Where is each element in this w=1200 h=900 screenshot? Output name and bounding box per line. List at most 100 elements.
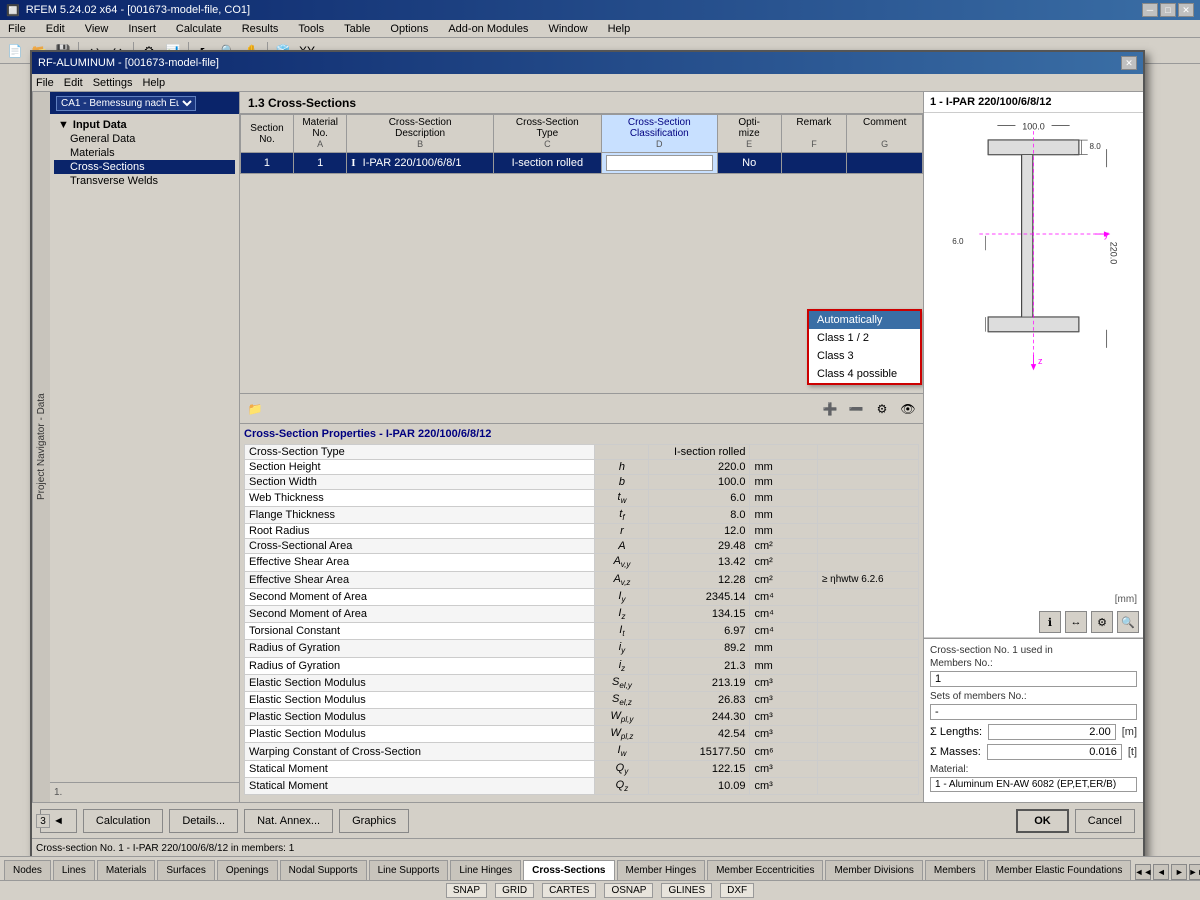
snap-glines[interactable]: GLINES xyxy=(661,883,712,898)
cs-class-dropdown[interactable]: Automatically ▼ xyxy=(606,155,713,171)
rfem-menu-insert[interactable]: Insert xyxy=(124,22,160,36)
tab-surfaces[interactable]: Surfaces xyxy=(157,860,214,880)
rf-menu-file[interactable]: File xyxy=(36,77,54,89)
tb-table-delete[interactable]: ➖ xyxy=(845,398,867,420)
tab-line-supports[interactable]: Line Supports xyxy=(369,860,449,880)
rfem-maximize-btn[interactable]: □ xyxy=(1160,3,1176,17)
nav-item-transverse-welds[interactable]: Transverse Welds xyxy=(54,174,235,188)
col-header-material-no: MaterialNo.A xyxy=(293,115,346,153)
tab-forward-btn[interactable]: ► xyxy=(1171,864,1187,880)
rfem-menu-help[interactable]: Help xyxy=(604,22,635,36)
tb-new[interactable]: 📄 xyxy=(4,40,26,62)
nav-item-materials[interactable]: Materials xyxy=(54,146,235,160)
prop-unit-cell: mm xyxy=(750,507,817,524)
tb-table-add[interactable]: ➕ xyxy=(819,398,841,420)
tb-table-view[interactable]: 👁 xyxy=(897,398,919,420)
cancel-button[interactable]: Cancel xyxy=(1075,809,1135,833)
tb-table-import[interactable]: 📁 xyxy=(244,398,266,420)
tab-member-eccentricities[interactable]: Member Eccentricities xyxy=(707,860,823,880)
rfem-menu-edit[interactable]: Edit xyxy=(42,22,69,36)
properties-title-text: Cross-Section Properties - I-PAR 220/100… xyxy=(244,428,491,440)
rp-info-btn[interactable]: ℹ xyxy=(1039,611,1061,633)
tab-member-divisions[interactable]: Member Divisions xyxy=(825,860,922,880)
tab-openings[interactable]: Openings xyxy=(217,860,278,880)
rf-close-btn[interactable]: ✕ xyxy=(1121,56,1137,70)
dropdown-option-auto[interactable]: Automatically xyxy=(809,311,920,329)
rfem-menu-results[interactable]: Results xyxy=(238,22,283,36)
tab-member-elastic-foundations[interactable]: Member Elastic Foundations xyxy=(987,860,1132,880)
snap-cartes[interactable]: CARTES xyxy=(542,883,596,898)
tab-materials[interactable]: Materials xyxy=(97,860,156,880)
rf-menu-edit[interactable]: Edit xyxy=(64,77,83,89)
tab-prev-btn[interactable]: ◄◄ xyxy=(1135,864,1151,880)
rp-zoom-btn[interactable]: ↔ xyxy=(1065,611,1087,633)
rf-menu-help[interactable]: Help xyxy=(142,77,165,89)
prop-name-cell: Second Moment of Area xyxy=(245,588,595,605)
graphics-button[interactable]: Graphics xyxy=(339,809,409,833)
members-input[interactable] xyxy=(930,671,1137,687)
prop-note-cell xyxy=(817,554,918,571)
snap-dxf[interactable]: DXF xyxy=(720,883,754,898)
prop-name-cell: Statical Moment xyxy=(245,760,595,777)
rf-menu-settings[interactable]: Settings xyxy=(93,77,133,89)
calculation-button[interactable]: Calculation xyxy=(83,809,163,833)
side-label-navigator: Project Navigator - Data xyxy=(36,394,47,501)
tb-table-settings[interactable]: ⚙ xyxy=(871,398,893,420)
tab-member-hinges[interactable]: Member Hinges xyxy=(617,860,706,880)
material-input[interactable] xyxy=(930,777,1137,792)
dropdown-option-class12[interactable]: Class 1 / 2 xyxy=(809,329,920,347)
nav-bottom-number: 1. xyxy=(50,782,239,802)
rp-search-btn[interactable]: 🔍 xyxy=(1117,611,1139,633)
prop-sym-cell xyxy=(595,445,649,460)
cs-class-dropdown-menu[interactable]: Automatically Class 1 / 2 Class 3 Class … xyxy=(807,309,922,385)
nav-header: CA1 - Bemessung nach Euroc... xyxy=(50,92,239,114)
masses-label: Σ Masses: xyxy=(930,746,981,758)
tab-members[interactable]: Members xyxy=(925,860,985,880)
nav-item-general-data[interactable]: General Data xyxy=(54,132,235,146)
tab-cross-sections[interactable]: Cross-Sections xyxy=(523,860,614,880)
dropdown-option-class3[interactable]: Class 3 xyxy=(809,347,920,365)
snap-snap[interactable]: SNAP xyxy=(446,883,487,898)
rfem-window-controls[interactable]: ─ □ ✕ xyxy=(1142,3,1194,17)
table-row[interactable]: 1 1 I I-PAR 220/100/6/8/1 I-section roll… xyxy=(241,153,923,174)
props-row: Second Moment of Area Iy 2345.14 cm⁴ xyxy=(245,588,919,605)
rfem-menu-tools[interactable]: Tools xyxy=(294,22,328,36)
rfem-menu-view[interactable]: View xyxy=(81,22,113,36)
rfem-menu-file[interactable]: File xyxy=(4,22,30,36)
prop-val-cell: 12.0 xyxy=(649,524,750,539)
nav-item-input-data[interactable]: ▼ Input Data xyxy=(54,118,235,132)
tab-next-btn[interactable]: ►► xyxy=(1189,864,1200,880)
rp-settings-btn[interactable]: ⚙ xyxy=(1091,611,1113,633)
prop-unit-cell: cm³ xyxy=(750,726,817,743)
prop-val-cell: 220.0 xyxy=(649,460,750,475)
rfem-minimize-btn[interactable]: ─ xyxy=(1142,3,1158,17)
cell-cs-class[interactable]: Automatically ▼ xyxy=(601,153,717,174)
case-selector[interactable]: CA1 - Bemessung nach Euroc... xyxy=(56,96,196,111)
dropdown-option-class4[interactable]: Class 4 possible xyxy=(809,365,920,383)
sets-input[interactable] xyxy=(930,704,1137,720)
tab-line-hinges[interactable]: Line Hinges xyxy=(450,860,521,880)
props-row: Statical Moment Qz 10.09 cm³ xyxy=(245,777,919,794)
nat-annex-button[interactable]: Nat. Annex... xyxy=(244,809,333,833)
prop-name-cell: Effective Shear Area xyxy=(245,554,595,571)
details-button[interactable]: Details... xyxy=(169,809,238,833)
rfem-menu-options[interactable]: Options xyxy=(386,22,432,36)
rfem-menu-table[interactable]: Table xyxy=(340,22,374,36)
rfem-close-btn[interactable]: ✕ xyxy=(1178,3,1194,17)
rfem-menu-calculate[interactable]: Calculate xyxy=(172,22,226,36)
snap-osnap[interactable]: OSNAP xyxy=(604,883,653,898)
nav-item-cross-sections[interactable]: Cross-Sections xyxy=(54,160,235,174)
tab-lines[interactable]: Lines xyxy=(53,860,95,880)
rfem-menu-addon[interactable]: Add-on Modules xyxy=(444,22,532,36)
tab-back-btn[interactable]: ◄ xyxy=(1153,864,1169,880)
svg-text:z: z xyxy=(1038,356,1043,366)
details-label: Details... xyxy=(182,815,225,827)
rfem-menu-window[interactable]: Window xyxy=(544,22,591,36)
prop-unit-cell: cm⁴ xyxy=(750,623,817,640)
rf-window-controls[interactable]: ✕ xyxy=(1121,56,1137,70)
snap-grid[interactable]: GRID xyxy=(495,883,534,898)
tab-nodes[interactable]: Nodes xyxy=(4,860,51,880)
tab-nodal-supports[interactable]: Nodal Supports xyxy=(280,860,367,880)
prop-note-cell xyxy=(817,726,918,743)
ok-button[interactable]: OK xyxy=(1016,809,1069,833)
